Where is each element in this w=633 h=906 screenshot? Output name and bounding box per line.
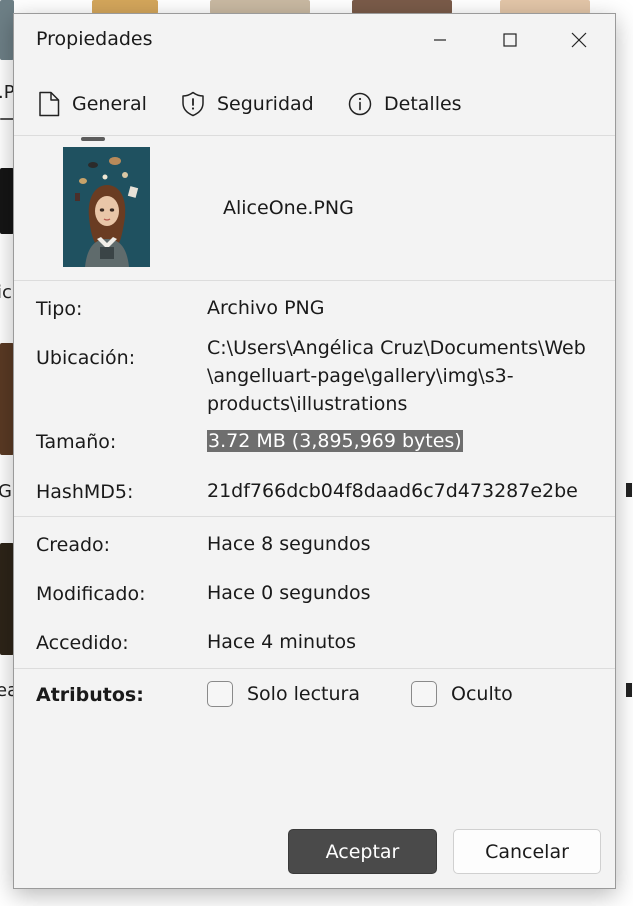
readonly-checkbox-label: Solo lectura [247, 683, 360, 705]
background-text-fragment: G [0, 481, 12, 502]
properties-dialog: Propiedades General Seguridad Detalles A… [13, 13, 616, 889]
readonly-checkbox[interactable]: Solo lectura [207, 681, 360, 707]
file-preview-thumbnail [63, 147, 150, 267]
size-label: Tamaño: [36, 431, 117, 453]
background-thumbnail [0, 0, 14, 60]
location-line: C:\Users\Angélica Cruz\Documents\Web [207, 337, 586, 359]
file-name: AliceOne.PNG [223, 197, 354, 219]
document-icon [39, 91, 60, 117]
background-thumbnail [92, 0, 158, 14]
divider [14, 668, 615, 669]
accessed-value: Hace 4 minutos [207, 631, 357, 653]
background-divider [0, 118, 14, 120]
minimize-button[interactable] [420, 24, 460, 56]
created-value: Hace 8 segundos [207, 533, 371, 555]
accept-button[interactable]: Aceptar [288, 829, 437, 874]
size-value[interactable]: 3.72 MB (3,895,969 bytes) [207, 427, 463, 455]
tab-security-label: Seguridad [217, 93, 314, 115]
tab-details-label: Detalles [384, 93, 462, 115]
background-thumbnail [352, 0, 452, 14]
hidden-checkbox[interactable]: Oculto [411, 681, 513, 707]
hash-value: 21df766dcb04f8daad6c7d473287e2be [207, 480, 578, 502]
illustration-image [63, 147, 150, 267]
background-thumbnail [0, 343, 14, 455]
location-value: C:\Users\Angélica Cruz\Documents\Web \an… [207, 334, 597, 418]
divider [14, 135, 615, 136]
background-text-fragment [626, 683, 632, 697]
attributes-label: Atributos: [36, 684, 144, 706]
tab-general[interactable]: General [38, 84, 147, 124]
checkbox-box[interactable] [207, 681, 233, 707]
tab-general-label: General [72, 93, 147, 115]
divider [14, 516, 615, 517]
divider [14, 280, 615, 281]
cancel-button[interactable]: Cancelar [453, 829, 601, 874]
background-thumbnail [0, 168, 14, 234]
background-text-fragment: ic [0, 282, 12, 303]
selected-tab-indicator [81, 137, 105, 141]
tab-security[interactable]: Seguridad [181, 84, 314, 124]
background-text-fragment [626, 483, 632, 497]
dialog-title: Propiedades [36, 28, 153, 50]
background-thumbnail [500, 0, 590, 14]
minimize-icon [434, 39, 446, 41]
checkbox-box[interactable] [411, 681, 437, 707]
shield-icon [182, 91, 204, 117]
hash-label: HashMD5: [36, 481, 134, 503]
close-icon [571, 32, 587, 48]
modified-value: Hace 0 segundos [207, 582, 371, 604]
size-value-selected-text[interactable]: 3.72 MB (3,895,969 bytes) [207, 430, 463, 452]
info-icon [348, 92, 372, 116]
maximize-button[interactable] [490, 24, 530, 56]
tab-details[interactable]: Detalles [348, 84, 462, 124]
background-thumbnail [210, 0, 310, 14]
hidden-checkbox-label: Oculto [451, 683, 513, 705]
location-label: Ubicación: [36, 347, 136, 369]
created-label: Creado: [36, 534, 111, 556]
type-value: Archivo PNG [207, 297, 325, 319]
title-bar[interactable]: Propiedades [14, 14, 615, 66]
maximize-icon [503, 33, 517, 47]
accessed-label: Accedido: [36, 632, 129, 654]
background-thumbnail [0, 543, 14, 655]
type-label: Tipo: [36, 298, 83, 320]
location-line: \angelluart-page\gallery\img\s3- [207, 365, 514, 387]
modified-label: Modificado: [36, 583, 146, 605]
location-line: products\illustrations [207, 393, 408, 415]
close-button[interactable] [559, 24, 599, 56]
